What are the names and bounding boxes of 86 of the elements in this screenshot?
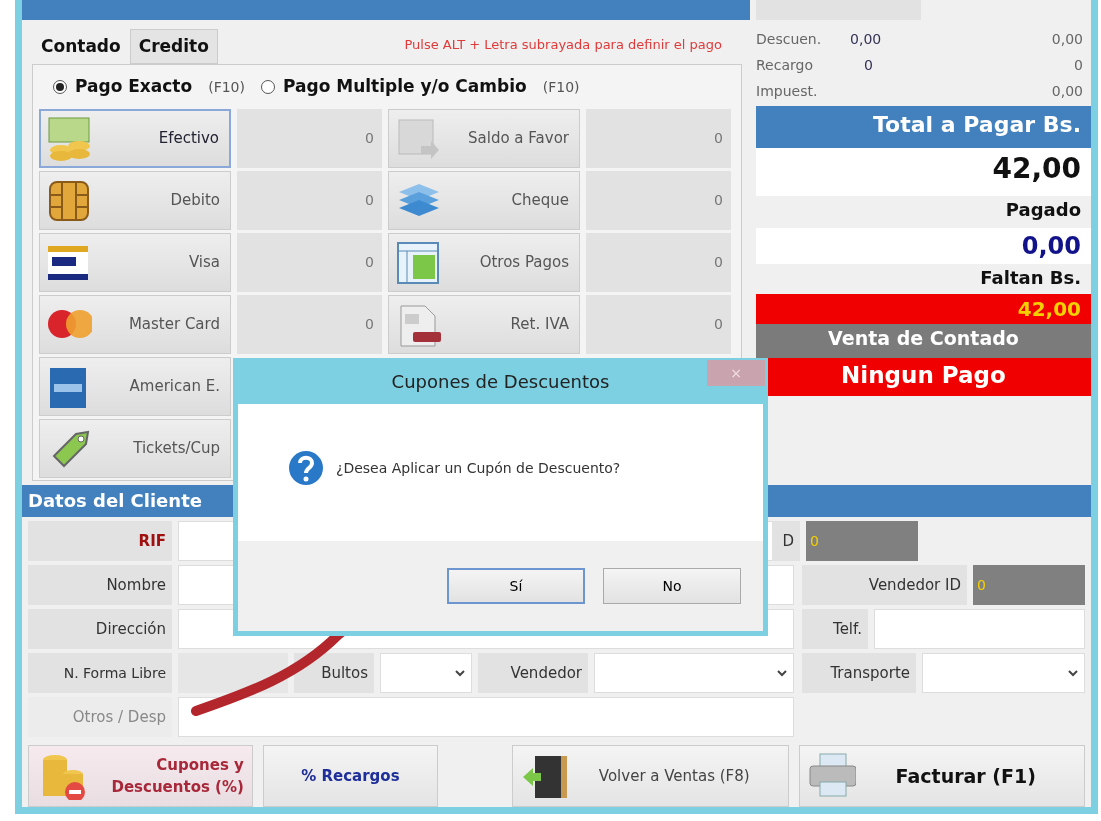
payment-method-button[interactable]: American E. (39, 357, 231, 416)
summary-label: Descuen. (756, 29, 822, 49)
field-label: Bultos (294, 653, 374, 693)
summary-label: Impuest. (756, 81, 818, 101)
coins-icon (47, 115, 93, 162)
payment-method-label: Master Card (128, 314, 220, 336)
id-field: 0 (806, 521, 918, 561)
field-label: Transporte (802, 653, 916, 693)
paid-amount: 0,00 (756, 228, 1091, 264)
action-button[interactable]: Facturar (F1) (798, 745, 1085, 807)
due-amount: 42,00 (756, 294, 1091, 324)
payment-method-button[interactable]: Saldo a Favor (388, 109, 580, 168)
field-label: RIF (28, 521, 172, 561)
shortcut-text: (F10) (208, 77, 245, 97)
input-field[interactable] (178, 653, 288, 693)
amount-field[interactable]: 0 (237, 109, 382, 168)
amount-field[interactable]: 0 (586, 109, 731, 168)
payment-method-button[interactable]: Otros Pagos (388, 233, 580, 292)
field-label: Dirección (28, 609, 172, 649)
summary-amount: 0 (1074, 55, 1084, 75)
field-label: N. Forma Libre (28, 653, 172, 693)
sale-type-label: Venta de Contado (756, 324, 1091, 358)
amount-field[interactable]: 0 (586, 295, 731, 354)
chevron-down-icon (777, 669, 787, 677)
dialog-message: ¿Desea Aplicar un Cupón de Descuento? (336, 458, 621, 478)
payment-method-button[interactable]: Visa (39, 233, 231, 292)
payment-method-label: Otros Pagos (479, 252, 569, 274)
payment-method-button[interactable]: Tickets/Cup (39, 419, 231, 478)
amount-field[interactable]: 0 (586, 171, 731, 230)
field-label: Nombre (28, 565, 172, 605)
payment-method-label: Efectivo (158, 128, 219, 150)
due-label: Faltan Bs. (979, 266, 1082, 290)
summary-amount: 0,00 (1051, 81, 1084, 101)
total-amount: 42,00 (756, 148, 1091, 196)
id-field: 0 (973, 565, 1085, 605)
dialog-title: Cupones de Descuentos (391, 369, 610, 394)
payment-method-label: Debito (170, 190, 220, 212)
payment-method-label: Cheque (511, 190, 569, 212)
shortcut-text: (F10) (542, 77, 580, 97)
action-button[interactable]: Cupones y Descuentos (%) (28, 745, 253, 807)
summary-amount: 0,00 (1051, 29, 1084, 49)
action-button[interactable]: Volver a Ventas (F8) (511, 745, 789, 807)
radio-label: Pago Exacto (75, 75, 193, 99)
payment-method-label: Tickets/Cup (133, 438, 220, 460)
amount-field[interactable]: 0 (237, 295, 382, 354)
chevron-down-icon (1068, 669, 1078, 677)
dialog-button[interactable]: Sí (447, 568, 585, 604)
payment-method-label: Visa (188, 252, 220, 274)
summary-rate: 0 (863, 55, 873, 75)
payment-method-button[interactable]: Efectivo (39, 109, 231, 168)
field-label: Vendedor (478, 653, 588, 693)
action-button[interactable]: % Recargos (262, 745, 438, 807)
radio-button[interactable] (53, 80, 67, 94)
question-icon (288, 450, 324, 486)
amount-field[interactable]: 0 (586, 233, 731, 292)
payment-method-button[interactable]: Master Card (39, 295, 231, 354)
total-label: Total a Pagar Bs. (756, 106, 1091, 148)
payment-method-button[interactable]: Ret. IVA (388, 295, 580, 354)
tab[interactable]: Contado (32, 28, 130, 64)
amount-field[interactable]: 0 (237, 171, 382, 230)
printer-icon (807, 752, 856, 800)
radio-label: Pago Multiple y/o Cambio (283, 75, 527, 99)
summary-label: Recargo (756, 55, 813, 75)
tab[interactable]: Credito (129, 28, 218, 64)
dropdown-field[interactable] (922, 653, 1085, 693)
input-field[interactable] (874, 609, 1085, 649)
chevron-down-icon (455, 669, 465, 677)
payment-method-label: Saldo a Favor (468, 128, 569, 150)
field-label: D (772, 521, 800, 561)
input-field[interactable] (178, 697, 794, 737)
payment-method-label: American E. (129, 376, 220, 398)
hint-text: Pulse ALT + Letra subrayada para definir el pago (404, 36, 722, 55)
field-label: Otros / Desp (28, 697, 172, 737)
window-icon (395, 239, 441, 286)
radio-button[interactable] (261, 80, 275, 94)
payment-method-button[interactable]: Debito (39, 171, 231, 230)
dropdown-field[interactable] (594, 653, 794, 693)
dropdown-field[interactable] (380, 653, 472, 693)
field-label: Telf. (802, 609, 868, 649)
summary-rate: 0,00 (849, 29, 882, 49)
payment-method-label: Ret. IVA (510, 314, 569, 336)
amount-field[interactable]: 0 (237, 233, 382, 292)
payment-method-button[interactable]: Cheque (388, 171, 580, 230)
dialog-button[interactable]: No (603, 568, 741, 604)
field-label: Vendedor ID (802, 565, 967, 605)
paid-label: Pagado (1004, 198, 1082, 222)
